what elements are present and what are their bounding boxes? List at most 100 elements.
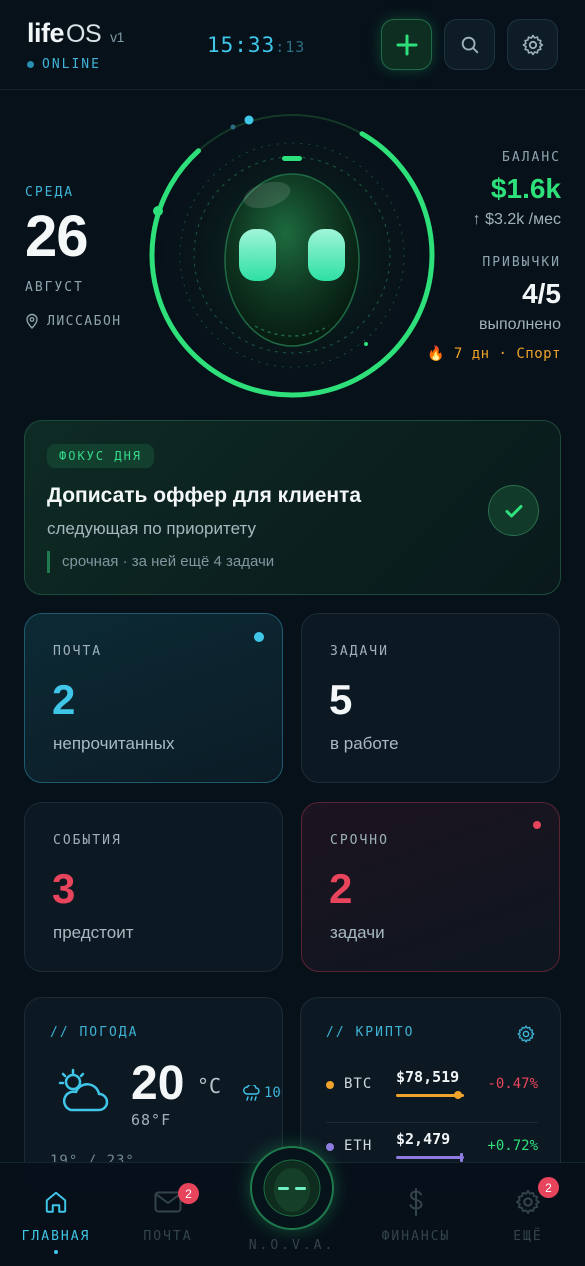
gear-icon xyxy=(515,1189,540,1215)
summary-block: БАЛАНС $1.6k ↑ $3.2k /мес ПРИВЫЧКИ 4/5 в… xyxy=(427,150,561,362)
habits-value[interactable]: 4/5 xyxy=(427,278,561,310)
crypto-change: -0.47% xyxy=(487,1076,538,1092)
robot-face-icon xyxy=(263,1159,321,1217)
events-card-sub: предстоит xyxy=(53,923,134,942)
crypto-change: +0.72% xyxy=(487,1138,538,1154)
robot-face-icon xyxy=(149,112,435,398)
habits-label: ПРИВЫЧКИ xyxy=(482,255,561,270)
mail-badge: 2 xyxy=(178,1183,199,1204)
balance-monthly: ↑ $3.2k /мес xyxy=(472,211,561,228)
crypto-settings-button[interactable] xyxy=(516,1024,536,1049)
nav-finance-label: ФИНАНСЫ xyxy=(381,1229,451,1244)
focus-tag: ФОКУС ДНЯ xyxy=(47,444,155,468)
dollar-icon xyxy=(409,1188,423,1216)
clock-time: 15:33 xyxy=(207,33,276,57)
tasks-card[interactable]: ЗАДАЧИ 5 в работе xyxy=(301,613,560,783)
temperature-c: 20 xyxy=(131,1057,185,1110)
balance-label: БАЛАНС xyxy=(502,150,561,165)
plus-icon xyxy=(396,34,417,55)
logo-life: life xyxy=(27,18,65,48)
complete-task-button[interactable] xyxy=(488,485,539,536)
top-bar: lifeOS v1 ONLINE 15:33:13 xyxy=(0,0,585,90)
urgent-card[interactable]: СРОЧНО 2 задачи xyxy=(301,802,560,972)
clock: 15:33:13 xyxy=(207,33,305,57)
mail-card-title: ПОЧТА xyxy=(53,644,103,659)
habits-sub: выполнено xyxy=(478,316,561,333)
search-icon xyxy=(461,36,478,53)
weekday-label: СРЕДА xyxy=(25,185,75,200)
urgent-card-value: 2 xyxy=(329,865,353,912)
eth-range-knob xyxy=(460,1153,463,1162)
checkmark-icon xyxy=(505,504,522,517)
nav-finance[interactable]: ФИНАНСЫ xyxy=(366,1185,466,1244)
focus-card[interactable]: ФОКУС ДНЯ Дописать оффер для клиента сле… xyxy=(24,420,561,595)
rain-chance: 100% xyxy=(242,1085,282,1101)
urgent-indicator-dot xyxy=(533,821,541,829)
location: ЛИССАБОН xyxy=(25,313,122,329)
search-button[interactable] xyxy=(444,19,495,70)
crypto-title: // КРИПТО xyxy=(326,1025,415,1040)
gear-icon xyxy=(522,34,543,55)
focus-subtitle: следующая по приоритету xyxy=(47,519,256,538)
nova-assistant-button[interactable] xyxy=(250,1146,334,1230)
partly-cloudy-icon xyxy=(58,1068,109,1112)
day-number: 26 xyxy=(25,204,89,269)
city-label: ЛИССАБОН xyxy=(47,313,122,329)
urgent-card-sub: задачи xyxy=(330,923,385,942)
add-button[interactable] xyxy=(381,19,432,70)
rain-cloud-icon xyxy=(243,1085,260,1101)
temperature-f: 68°F xyxy=(131,1111,172,1129)
connection-status: ONLINE xyxy=(27,57,101,72)
more-badge: 2 xyxy=(538,1177,559,1198)
app-logo: lifeOS v1 xyxy=(27,18,124,49)
tasks-card-title: ЗАДАЧИ xyxy=(330,644,389,659)
eth-dot xyxy=(326,1143,334,1151)
nav-active-dot xyxy=(54,1250,58,1254)
nav-more[interactable]: 2 ЕЩЁ xyxy=(478,1177,578,1244)
weather-title: // ПОГОДА xyxy=(50,1025,139,1040)
crypto-row-btc[interactable]: BTC $78,519 -0.47% xyxy=(326,1068,538,1118)
crypto-symbol: ETH xyxy=(344,1138,373,1154)
urgent-card-title: СРОЧНО xyxy=(330,833,389,848)
habit-streak: 🔥 7 дн · Спорт xyxy=(426,346,561,362)
focus-note: срочная · за ней ещё 4 задачи xyxy=(47,551,274,573)
location-pin-icon xyxy=(26,313,38,329)
eth-range-bar xyxy=(396,1156,464,1159)
btc-dot xyxy=(326,1081,334,1089)
rain-percent: 100% xyxy=(264,1085,282,1101)
mail-card-sub: непрочитанных xyxy=(53,734,175,753)
settings-button[interactable] xyxy=(507,19,558,70)
date-block: СРЕДА 26 АВГУСТ ЛИССАБОН xyxy=(25,185,122,329)
mail-card-value: 2 xyxy=(52,676,76,723)
crypto-price: $2,479 xyxy=(396,1130,451,1148)
clock-seconds: :13 xyxy=(275,38,306,56)
nav-more-label: ЕЩЁ xyxy=(513,1229,543,1244)
logo-os: OS xyxy=(66,20,102,48)
status-label: ONLINE xyxy=(42,57,101,72)
focus-title: Дописать оффер для клиента xyxy=(47,484,362,507)
assistant-orb[interactable] xyxy=(145,108,440,403)
tasks-card-value: 5 xyxy=(329,676,353,723)
month-label: АВГУСТ xyxy=(25,280,84,295)
nav-mail[interactable]: 2 ПОЧТА xyxy=(118,1183,218,1244)
logo-version: v1 xyxy=(110,29,124,45)
events-card[interactable]: СОБЫТИЯ 3 предстоит xyxy=(24,802,283,972)
mail-card[interactable]: ПОЧТА 2 непрочитанных xyxy=(24,613,283,783)
nav-home[interactable]: ГЛАВНАЯ xyxy=(6,1185,106,1254)
nav-home-label: ГЛАВНАЯ xyxy=(21,1229,91,1244)
temperature-unit: °C xyxy=(197,1074,222,1098)
events-card-value: 3 xyxy=(52,865,76,912)
nav-nova-label: N.O.V.A. xyxy=(248,1238,336,1253)
home-icon xyxy=(45,1191,67,1213)
mail-indicator-dot xyxy=(254,632,264,642)
crypto-price: $78,519 xyxy=(396,1068,460,1086)
balance-value[interactable]: $1.6k xyxy=(427,173,561,205)
gear-icon xyxy=(517,1025,535,1043)
btc-range-knob xyxy=(454,1091,462,1099)
events-card-title: СОБЫТИЯ xyxy=(53,833,122,848)
tasks-card-sub: в работе xyxy=(330,734,399,753)
crypto-divider xyxy=(326,1122,538,1123)
nav-mail-label: ПОЧТА xyxy=(143,1229,193,1244)
crypto-symbol: BTC xyxy=(344,1076,373,1092)
status-dot xyxy=(27,61,34,68)
